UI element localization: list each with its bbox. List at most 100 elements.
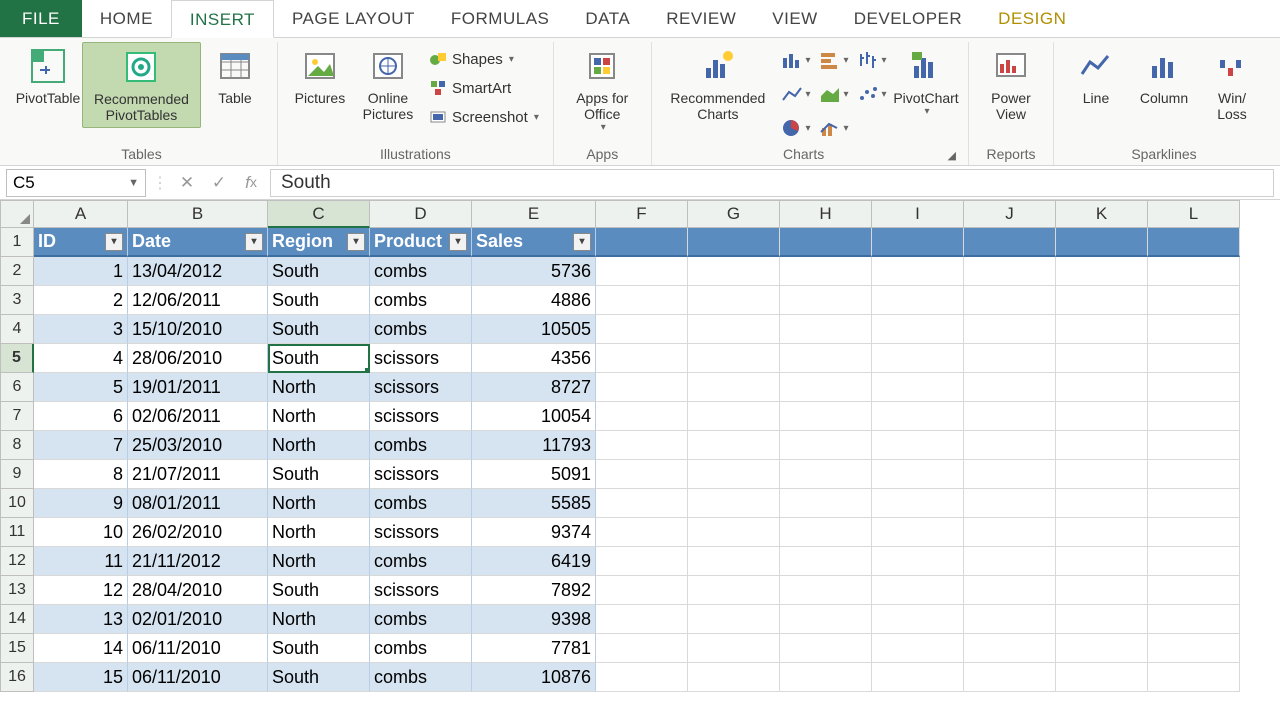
tab-file[interactable]: FILE [0,0,82,37]
sparkline-column-button[interactable]: Column [1130,42,1198,110]
tab-data[interactable]: DATA [567,0,648,37]
tab-insert[interactable]: INSERT [171,0,274,38]
formula-input[interactable] [270,169,1274,197]
cell-G6[interactable] [688,373,780,402]
cell-B4[interactable]: 15/10/2010 [128,315,268,344]
cell-A8[interactable]: 7 [34,431,128,460]
cell-G13[interactable] [688,576,780,605]
select-all-corner[interactable] [0,200,34,228]
scatter-chart-button[interactable]: ▾ [854,78,890,110]
pictures-button[interactable]: Pictures [286,42,354,110]
cell-E14[interactable]: 9398 [472,605,596,634]
cell-E10[interactable]: 5585 [472,489,596,518]
cell-D9[interactable]: scissors [370,460,472,489]
cell-L13[interactable] [1148,576,1240,605]
pivotchart-button[interactable]: PivotChart▾ [892,42,960,121]
cell-F4[interactable] [596,315,688,344]
cell-J9[interactable] [964,460,1056,489]
stock-chart-button[interactable]: ▾ [854,44,890,76]
cell-L8[interactable] [1148,431,1240,460]
row-header[interactable]: 10 [0,489,34,518]
cell-K7[interactable] [1056,402,1148,431]
cell-A1[interactable]: ID▾ [34,228,128,257]
row-header[interactable]: 14 [0,605,34,634]
cell-J11[interactable] [964,518,1056,547]
cell-B16[interactable]: 06/11/2010 [128,663,268,692]
cell-B8[interactable]: 25/03/2010 [128,431,268,460]
cell-K15[interactable] [1056,634,1148,663]
cell-E12[interactable]: 6419 [472,547,596,576]
column-header-L[interactable]: L [1148,200,1240,228]
row-header[interactable]: 2 [0,257,34,286]
cell-H8[interactable] [780,431,872,460]
column-header-K[interactable]: K [1056,200,1148,228]
recommended-pivottables-button[interactable]: Recommended PivotTables [82,42,201,128]
row-header[interactable]: 8 [0,431,34,460]
cell-H15[interactable] [780,634,872,663]
cell-L6[interactable] [1148,373,1240,402]
cell-C9[interactable]: South [268,460,370,489]
cell-L15[interactable] [1148,634,1240,663]
cell-A2[interactable]: 1 [34,257,128,286]
cell-J2[interactable] [964,257,1056,286]
cell-E15[interactable]: 7781 [472,634,596,663]
shapes-button[interactable]: Shapes▾ [422,46,545,72]
cell-A6[interactable]: 5 [34,373,128,402]
cell-E2[interactable]: 5736 [472,257,596,286]
cell-A4[interactable]: 3 [34,315,128,344]
cell-E7[interactable]: 10054 [472,402,596,431]
cell-K5[interactable] [1056,344,1148,373]
cell-K14[interactable] [1056,605,1148,634]
cell-G4[interactable] [688,315,780,344]
tab-view[interactable]: VIEW [754,0,835,37]
cell-H14[interactable] [780,605,872,634]
cell-D4[interactable]: combs [370,315,472,344]
cell-H5[interactable] [780,344,872,373]
row-header[interactable]: 5 [0,344,34,373]
cell-C10[interactable]: North [268,489,370,518]
column-header-I[interactable]: I [872,200,964,228]
cell-F2[interactable] [596,257,688,286]
cell-G9[interactable] [688,460,780,489]
cell-E16[interactable]: 10876 [472,663,596,692]
cell-I13[interactable] [872,576,964,605]
column-header-H[interactable]: H [780,200,872,228]
cell-B6[interactable]: 19/01/2011 [128,373,268,402]
cell-H1[interactable] [780,228,872,257]
accept-formula-button[interactable]: ✓ [206,170,232,196]
cell-B1[interactable]: Date▾ [128,228,268,257]
cell-K9[interactable] [1056,460,1148,489]
cell-D6[interactable]: scissors [370,373,472,402]
cell-A15[interactable]: 14 [34,634,128,663]
cell-A10[interactable]: 9 [34,489,128,518]
cell-C4[interactable]: South [268,315,370,344]
cell-B10[interactable]: 08/01/2011 [128,489,268,518]
cell-I11[interactable] [872,518,964,547]
row-header[interactable]: 4 [0,315,34,344]
cell-J12[interactable] [964,547,1056,576]
cell-I10[interactable] [872,489,964,518]
row-header[interactable]: 7 [0,402,34,431]
column-header-B[interactable]: B [128,200,268,228]
column-header-C[interactable]: C [268,200,370,228]
cell-B15[interactable]: 06/11/2010 [128,634,268,663]
row-header[interactable]: 15 [0,634,34,663]
sparkline-winloss-button[interactable]: Win/ Loss [1198,42,1266,126]
combo-chart-button[interactable]: ▾ [816,112,852,144]
cell-D7[interactable]: scissors [370,402,472,431]
cell-L1[interactable] [1148,228,1240,257]
cell-A3[interactable]: 2 [34,286,128,315]
cell-F5[interactable] [596,344,688,373]
column-header-F[interactable]: F [596,200,688,228]
cell-B13[interactable]: 28/04/2010 [128,576,268,605]
cell-F7[interactable] [596,402,688,431]
filter-dropdown-icon[interactable]: ▾ [245,233,263,251]
column-header-E[interactable]: E [472,200,596,228]
cell-L16[interactable] [1148,663,1240,692]
cell-A5[interactable]: 4 [34,344,128,373]
cell-D13[interactable]: scissors [370,576,472,605]
cell-A7[interactable]: 6 [34,402,128,431]
column-header-J[interactable]: J [964,200,1056,228]
sparkline-line-button[interactable]: Line [1062,42,1130,110]
power-view-button[interactable]: Power View [977,42,1045,126]
